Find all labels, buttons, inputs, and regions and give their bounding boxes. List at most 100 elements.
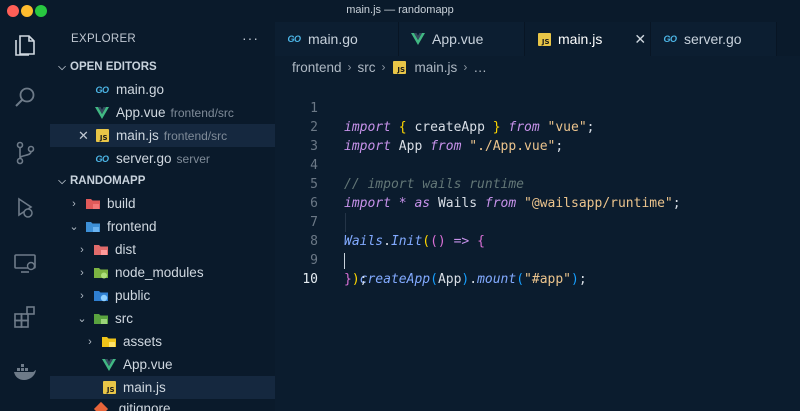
js-file-icon: JS xyxy=(94,128,110,144)
files-icon[interactable] xyxy=(12,32,38,58)
js-file-icon: JS xyxy=(536,31,552,47)
chevron-right-icon: › xyxy=(381,60,386,74)
tree-item-assets[interactable]: › assets xyxy=(50,330,275,353)
tree-item-label: build xyxy=(107,196,136,211)
git-file-icon xyxy=(93,401,109,411)
tree-item-label: node_modules xyxy=(115,265,204,280)
indent-guide xyxy=(345,213,346,232)
chevron-down-icon: ⌵ xyxy=(58,175,66,187)
tree-item-label: frontend xyxy=(107,219,157,234)
tree-item-label: .gitignore xyxy=(115,401,171,411)
tab-main-js[interactable]: JS main.js ✕ xyxy=(525,22,651,56)
folder-node-icon xyxy=(93,265,109,281)
code-line: 1 import { createApp } from "vue"; xyxy=(275,80,800,135)
tab-app-vue[interactable]: App.vue xyxy=(399,22,525,56)
code-line: 2 import App from "./App.vue"; xyxy=(275,99,800,154)
open-editor-item-active[interactable]: ✕ JS main.js frontend/src xyxy=(50,124,275,147)
chevron-right-icon: › xyxy=(72,197,76,210)
chevron-right-icon: › xyxy=(80,243,84,256)
tree-item-label: dist xyxy=(115,242,137,257)
breadcrumb-item[interactable]: src xyxy=(358,60,376,75)
code-line: 8 createApp(App).mount("#app"); xyxy=(275,213,800,287)
tree-item-label: assets xyxy=(123,334,163,349)
docker-icon[interactable] xyxy=(12,358,38,384)
tab-label: main.go xyxy=(308,31,358,47)
chevron-right-icon: › xyxy=(80,266,84,279)
open-editors-title: OPEN EDITORS xyxy=(70,61,157,73)
chevron-down-icon: ⌵ xyxy=(58,61,66,73)
vue-file-icon xyxy=(94,105,110,121)
window-title: main.js — randomapp xyxy=(346,4,454,16)
tree-item-main-js[interactable]: JS main.js xyxy=(50,376,275,399)
tab-main-go[interactable]: GO main.go xyxy=(275,22,399,56)
tree-item-label: src xyxy=(115,311,133,326)
more-actions-icon[interactable]: ··· xyxy=(242,30,259,46)
extensions-icon[interactable] xyxy=(12,304,38,330)
folder-assets-icon xyxy=(101,334,117,350)
project-section[interactable]: ⌵ RANDOMAPP xyxy=(50,170,275,192)
tree-item-dist[interactable]: › dist xyxy=(50,238,275,261)
line-number: 10 xyxy=(302,272,318,287)
open-editor-path: server xyxy=(176,151,210,166)
code-line: 6 xyxy=(275,175,800,211)
remote-explorer-icon[interactable] xyxy=(12,250,38,276)
tab-label: server.go xyxy=(684,31,742,47)
line-content: createApp(App).mount("#app"); xyxy=(359,272,587,287)
go-file-icon: GO xyxy=(95,153,109,164)
folder-frontend-icon xyxy=(85,219,101,235)
editor-area: GO main.go App.vue JS main.js ✕ GO serve… xyxy=(275,22,800,411)
editor-tabs: GO main.go App.vue JS main.js ✕ GO serve… xyxy=(275,22,800,56)
js-file-icon: JS xyxy=(392,59,408,75)
open-editor-label: main.js xyxy=(116,128,159,143)
close-tab-icon[interactable]: ✕ xyxy=(634,31,646,48)
tree-item-public[interactable]: › public xyxy=(50,284,275,307)
open-editor-item[interactable]: GO server.go server xyxy=(50,147,275,170)
code-line: 5 import * as Wails from "@wailsapp/runt… xyxy=(275,156,800,211)
activity-bar xyxy=(0,22,50,411)
line-content: }); xyxy=(344,272,368,287)
tree-item-gitignore[interactable]: .gitignore xyxy=(50,397,275,411)
chevron-right-icon: › xyxy=(80,289,84,302)
tree-item-frontend[interactable]: ⌄ frontend xyxy=(50,215,275,238)
code-line-current: 10 xyxy=(275,251,800,287)
go-file-icon: GO xyxy=(287,34,301,44)
search-icon[interactable] xyxy=(12,84,38,110)
code-line: 3 xyxy=(275,118,800,154)
project-title: RANDOMAPP xyxy=(70,175,146,187)
breadcrumb-item[interactable]: frontend xyxy=(292,60,342,75)
tree-item-app-vue[interactable]: App.vue xyxy=(50,353,275,376)
breadcrumb-item[interactable]: main.js xyxy=(415,60,458,75)
tree-item-node-modules[interactable]: › node_modules xyxy=(50,261,275,284)
chevron-down-icon: ⌄ xyxy=(77,313,87,325)
run-debug-icon[interactable] xyxy=(12,194,38,220)
close-icon[interactable]: ✕ xyxy=(78,128,89,144)
open-editor-label: server.go xyxy=(116,151,172,166)
chevron-right-icon: › xyxy=(347,60,352,74)
open-editor-path: frontend/src xyxy=(163,128,228,143)
open-editor-item[interactable]: GO main.go xyxy=(50,78,275,101)
code-editor[interactable]: 1 import { createApp } from "vue"; 2 imp… xyxy=(275,78,800,287)
explorer-sidebar: EXPLORER ··· ⌵ OPEN EDITORS GO main.go A… xyxy=(50,22,275,411)
tree-item-src[interactable]: ⌄ src xyxy=(50,307,275,330)
chevron-right-icon: › xyxy=(463,60,468,74)
source-control-icon[interactable] xyxy=(12,140,38,166)
tab-label: main.js xyxy=(558,31,603,47)
open-editor-item[interactable]: App.vue frontend/src xyxy=(50,101,275,124)
go-file-icon: GO xyxy=(663,34,677,44)
tab-label: App.vue xyxy=(432,31,484,47)
folder-public-icon xyxy=(93,288,109,304)
code-line: 4 // import wails runtime xyxy=(275,137,800,192)
chevron-down-icon: ⌄ xyxy=(69,221,79,233)
open-editor-label: App.vue xyxy=(116,105,166,120)
open-editors-section[interactable]: ⌵ OPEN EDITORS xyxy=(50,56,275,78)
tab-server-go[interactable]: GO server.go xyxy=(651,22,777,56)
tree-item-label: main.js xyxy=(123,380,166,395)
vue-file-icon xyxy=(410,31,426,47)
folder-dist-icon xyxy=(93,242,109,258)
folder-src-icon xyxy=(93,311,109,327)
tree-item-build[interactable]: › build xyxy=(50,192,275,215)
folder-build-icon xyxy=(85,196,101,212)
breadcrumb-item[interactable]: … xyxy=(473,60,487,75)
title-bar: main.js — randomapp xyxy=(0,0,800,22)
text-cursor xyxy=(344,253,345,269)
